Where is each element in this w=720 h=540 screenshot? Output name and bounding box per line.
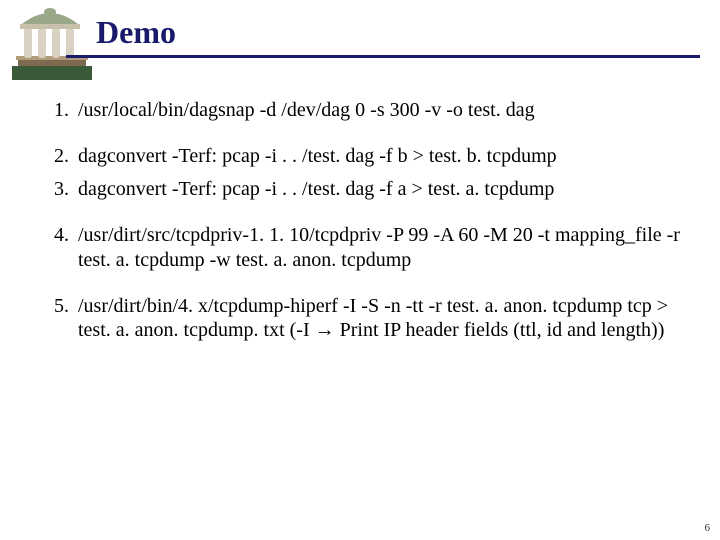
command-list: /usr/local/bin/dagsnap -d /dev/dag 0 -s … bbox=[46, 98, 680, 343]
list-item: /usr/dirt/bin/4. x/tcpdump-hiperf -I -S … bbox=[74, 294, 680, 343]
title-area: Demo bbox=[92, 8, 720, 58]
logo-icon bbox=[12, 8, 92, 80]
page-number: 6 bbox=[705, 522, 711, 534]
list-item: /usr/local/bin/dagsnap -d /dev/dag 0 -s … bbox=[74, 98, 680, 122]
title-underline bbox=[66, 55, 700, 58]
list-item: /usr/dirt/src/tcpdpriv-1. 1. 10/tcpdpriv… bbox=[74, 223, 680, 272]
list-item: dagconvert -Terf: pcap -i . . /test. dag… bbox=[74, 177, 680, 201]
list-item: dagconvert -Terf: pcap -i . . /test. dag… bbox=[74, 144, 680, 168]
slide-header: Demo bbox=[0, 0, 720, 80]
slide-title: Demo bbox=[96, 14, 720, 51]
